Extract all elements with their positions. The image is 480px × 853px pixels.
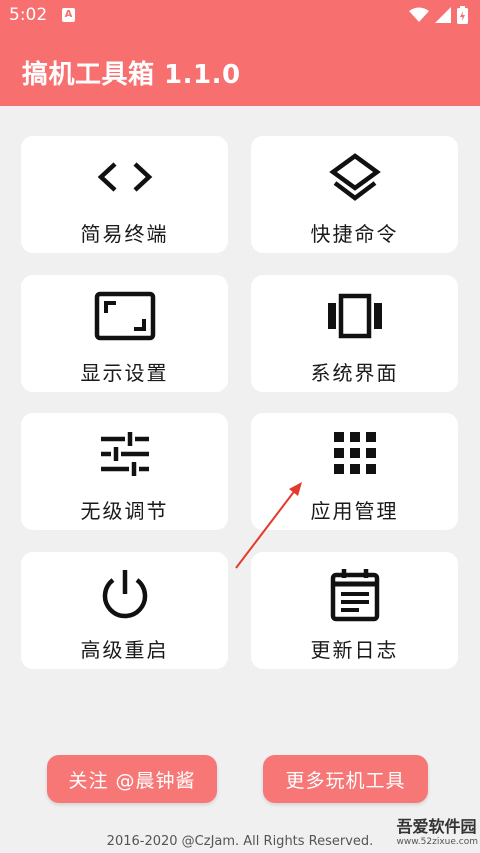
sliders-icon	[21, 429, 228, 479]
card-system-ui[interactable]: 系统界面	[251, 275, 458, 392]
card-label: 更新日志	[310, 638, 399, 662]
apps-grid-icon	[251, 429, 458, 479]
card-display-settings[interactable]: 显示设置	[21, 275, 228, 392]
watermark-url: www.52zixue.com	[396, 837, 478, 847]
card-label: 系统界面	[310, 361, 399, 385]
status-bar: 5:02 A	[0, 0, 480, 32]
code-brackets-icon	[21, 152, 228, 202]
status-time: 5:02	[9, 5, 48, 25]
card-label: 快捷命令	[310, 222, 399, 246]
card-label: 简易终端	[80, 222, 169, 246]
aspect-ratio-icon	[21, 291, 228, 341]
card-stepless-adjust[interactable]: 无级调节	[21, 413, 228, 530]
card-label: 无级调节	[80, 499, 169, 523]
watermark-name: 吾爱软件园	[396, 817, 477, 836]
annotation-arrow-icon	[235, 482, 302, 569]
card-advanced-reboot[interactable]: 高级重启	[21, 552, 228, 669]
app-screen: 5:02 A 搞机工具箱 1.1.0 简易终端 快捷命令 显示设置 系统界面 无…	[0, 0, 480, 853]
card-label: 高级重启	[80, 638, 169, 662]
status-icons	[409, 6, 468, 24]
signal-icon	[435, 7, 451, 23]
follow-author-button[interactable]: 关注 @晨钟酱	[47, 755, 217, 803]
card-quick-commands[interactable]: 快捷命令	[251, 136, 458, 253]
card-label: 显示设置	[80, 361, 169, 385]
more-tools-button[interactable]: 更多玩机工具	[263, 755, 428, 803]
calendar-notes-icon	[251, 568, 458, 622]
page-title: 搞机工具箱 1.1.0	[22, 60, 241, 90]
carousel-icon	[251, 291, 458, 341]
card-simple-terminal[interactable]: 简易终端	[21, 136, 228, 253]
app-bar: 5:02 A 搞机工具箱 1.1.0	[0, 0, 480, 106]
notification-icon: A	[62, 8, 75, 22]
battery-icon	[457, 6, 468, 24]
layers-icon	[251, 152, 458, 202]
wifi-icon	[409, 7, 429, 22]
watermark-logo: 吾爱软件园 www.52zixue.com	[397, 813, 478, 847]
power-icon	[21, 568, 228, 619]
